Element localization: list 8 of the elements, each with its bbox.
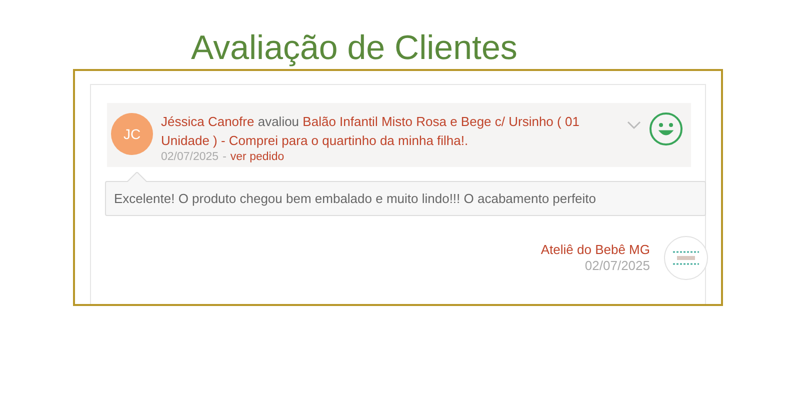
seller-name[interactable]: Ateliê do Bebê MG bbox=[540, 242, 650, 258]
reviewer-avatar: JC bbox=[111, 113, 153, 155]
separator-text: - bbox=[222, 150, 226, 164]
review-date: 02/07/2025 bbox=[161, 150, 219, 164]
review-headline: Jéssica Canofre avaliou Balão Infantil Misto Rosa e Bege c/ Ursinho ( 01 Unidade ) - Comprei para o quartinho da minha filha!. bbox=[161, 113, 580, 150]
reply-date: 02/07/2025 bbox=[584, 258, 650, 274]
page-title: Avaliação de Clientes bbox=[191, 28, 518, 68]
order-link[interactable]: ver pedido bbox=[230, 150, 284, 164]
